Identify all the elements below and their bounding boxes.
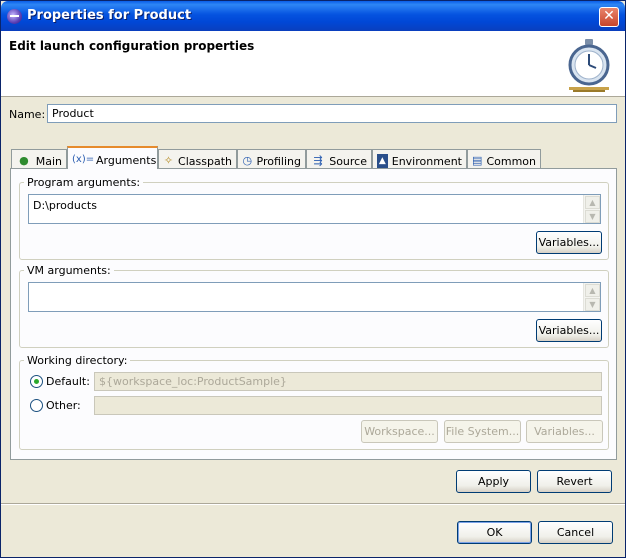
source-tab-icon: ⇶	[313, 154, 323, 167]
arguments-panel: Program arguments: D:\products ▲ ▼ Varia…	[10, 168, 617, 460]
tab-label: Profiling	[256, 154, 301, 168]
environment-tab-icon: ▲	[377, 154, 388, 168]
tab-classpath[interactable]: ✧ Classpath	[158, 149, 237, 169]
properties-dialog: Properties for Product ✕ Edit launch con…	[0, 0, 626, 558]
eclipse-icon	[7, 9, 22, 24]
classpath-tab-icon: ✧	[163, 154, 174, 167]
program-variables-button[interactable]: Variables...	[536, 231, 602, 254]
common-tab-icon: ▤	[472, 154, 483, 167]
scroll-up-icon[interactable]: ▲	[585, 196, 600, 209]
group-title: Working directory:	[24, 354, 131, 367]
workspace-button[interactable]: Workspace...	[361, 420, 438, 443]
tab-label: Environment	[391, 154, 462, 168]
dialog-header: Edit launch configuration properties	[1, 31, 625, 97]
name-field[interactable]	[47, 104, 617, 123]
scroll-up-icon[interactable]: ▲	[585, 284, 600, 297]
stopwatch-icon	[568, 39, 610, 92]
revert-button[interactable]: Revert	[537, 470, 612, 493]
tab-common[interactable]: ▤ Common	[467, 149, 541, 169]
group-title: VM arguments:	[24, 264, 114, 277]
vm-arguments-group: VM arguments: ▲ ▼ Variables...	[19, 264, 609, 348]
tab-source[interactable]: ⇶ Source	[306, 149, 372, 169]
vm-variables-button[interactable]: Variables...	[536, 319, 602, 342]
scroll-down-icon[interactable]: ▼	[585, 298, 600, 311]
other-label: Other:	[46, 399, 81, 412]
vm-arguments-field[interactable]: ▲ ▼	[28, 282, 601, 312]
program-arguments-group: Program arguments: D:\products ▲ ▼ Varia…	[19, 176, 609, 260]
main-tab-icon: ●	[19, 154, 29, 167]
window-title: Properties for Product	[27, 8, 192, 23]
file-system-button[interactable]: File System...	[444, 420, 521, 443]
profiling-tab-icon: ◷	[242, 154, 253, 167]
cancel-button[interactable]: Cancel	[538, 521, 613, 544]
program-arguments-field[interactable]: D:\products ▲ ▼	[28, 194, 601, 224]
tab-label: Classpath	[178, 154, 232, 168]
tab-environment[interactable]: ▲ Environment	[372, 149, 467, 169]
program-arguments-value: D:\products	[33, 199, 97, 212]
close-button[interactable]: ✕	[599, 7, 619, 27]
tab-profiling[interactable]: ◷ Profiling	[237, 149, 306, 169]
title-bar[interactable]: Properties for Product ✕	[1, 1, 625, 31]
group-title: Program arguments:	[24, 176, 144, 189]
other-directory-field	[94, 396, 602, 415]
scroll-down-icon[interactable]: ▼	[585, 210, 600, 223]
header-title: Edit launch configuration properties	[9, 39, 255, 53]
tab-main[interactable]: ● Main	[11, 149, 67, 169]
tab-label: Main	[35, 154, 62, 168]
tab-label: Common	[486, 154, 536, 168]
arguments-tab-icon: (x)=	[72, 154, 95, 165]
other-radio[interactable]	[30, 399, 43, 412]
working-dir-variables-button[interactable]: Variables...	[526, 420, 603, 443]
scrollbar[interactable]: ▲ ▼	[583, 283, 600, 311]
name-label: Name:	[9, 108, 46, 121]
apply-button[interactable]: Apply	[456, 470, 531, 493]
ok-button[interactable]: OK	[457, 521, 532, 544]
tab-arguments[interactable]: (x)= Arguments	[67, 146, 158, 169]
working-directory-group: Working directory: Default: ${workspace_…	[19, 354, 609, 450]
scrollbar[interactable]: ▲ ▼	[583, 195, 600, 223]
separator	[1, 503, 625, 505]
default-directory-field: ${workspace_loc:ProductSample}	[94, 372, 602, 391]
tab-label: Source	[329, 154, 367, 168]
default-label: Default:	[46, 375, 90, 388]
default-radio[interactable]	[30, 375, 43, 388]
close-icon: ✕	[603, 8, 615, 24]
tab-label: Arguments	[96, 153, 157, 167]
